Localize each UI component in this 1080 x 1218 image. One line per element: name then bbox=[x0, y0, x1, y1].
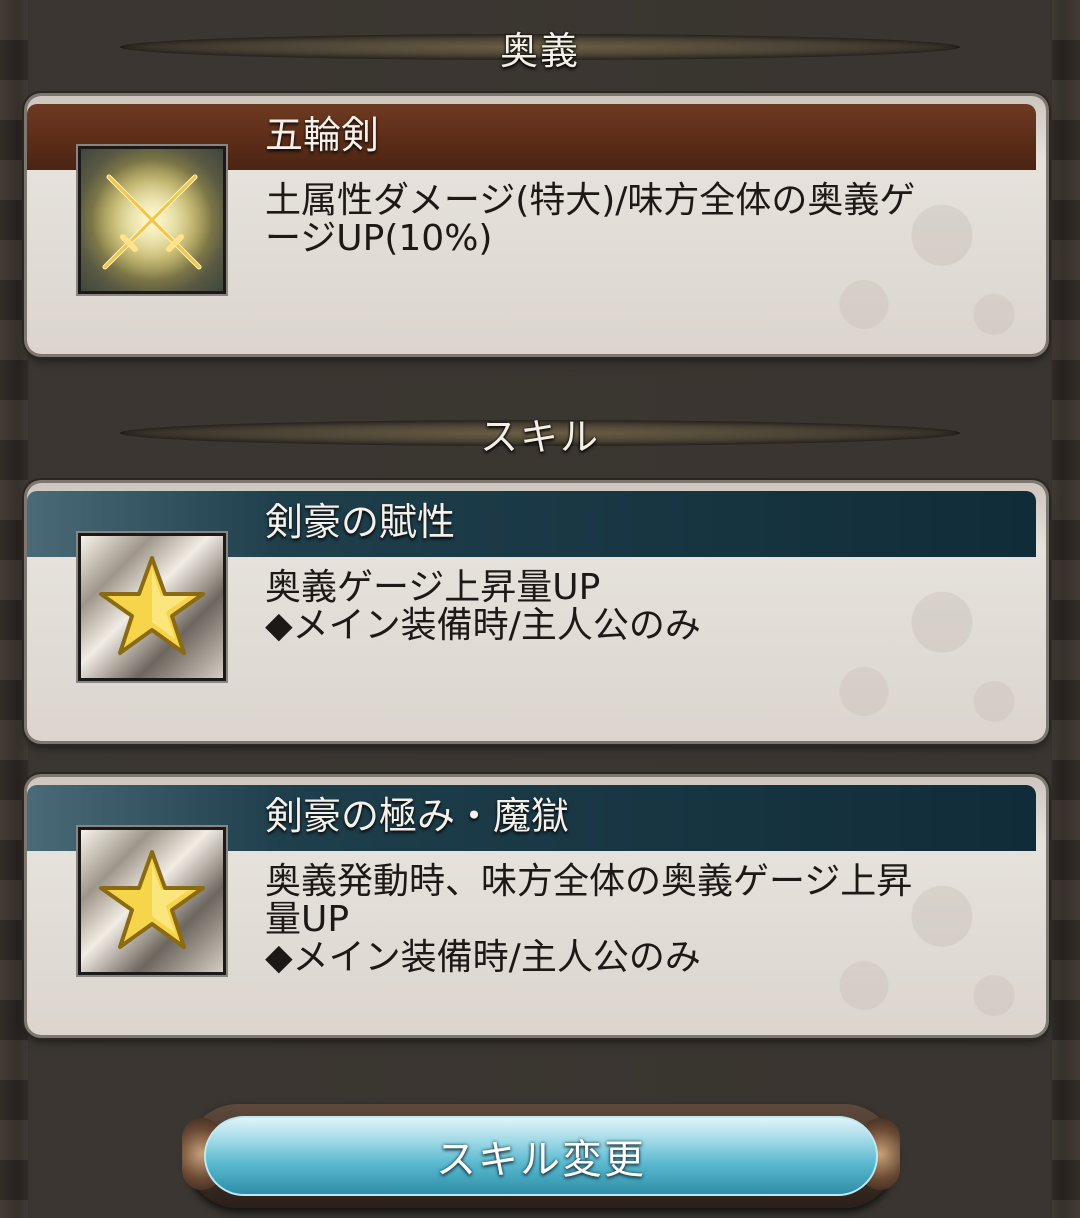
skill-name: 剣豪の賦性 bbox=[265, 500, 456, 544]
ougi-section-title: 奥義 bbox=[499, 28, 580, 73]
ougi-desc-line: ージUP(10%) bbox=[265, 218, 493, 259]
crossed-swords-icon bbox=[78, 146, 226, 294]
left-border bbox=[0, 0, 28, 1218]
skill-change-button-wrap: スキル変更 bbox=[182, 1104, 900, 1208]
weapon-detail-page: 奥義 五輪剣 土属性ダメージ(特大)/味方全体の奥義ゲ ージUP(10%) スキ… bbox=[0, 0, 1080, 1218]
ougi-desc-line: 土属性ダメージ(特大)/味方全体の奥義ゲ bbox=[265, 180, 916, 221]
ougi-name: 五輪剣 bbox=[265, 113, 380, 157]
skill-card-2: 剣豪の極み・魔獄 奥義発動時、味方全体の奥義ゲージ上昇 量UP ◆メイン装備時/… bbox=[27, 777, 1046, 1035]
star-icon bbox=[78, 533, 226, 681]
ougi-description: 土属性ダメージ(特大)/味方全体の奥義ゲ ージUP(10%) bbox=[265, 182, 1025, 258]
ougi-card: 五輪剣 土属性ダメージ(特大)/味方全体の奥義ゲ ージUP(10%) bbox=[27, 96, 1046, 354]
skill-desc-line: 奥義発動時、味方全体の奥義ゲージ上昇 bbox=[265, 861, 913, 902]
skill-desc-line: ◆メイン装備時/主人公のみ bbox=[265, 937, 701, 978]
right-border bbox=[1052, 0, 1080, 1218]
skill-change-label: スキル変更 bbox=[436, 1137, 646, 1183]
skill-description: 奥義発動時、味方全体の奥義ゲージ上昇 量UP ◆メイン装備時/主人公のみ bbox=[265, 863, 1025, 977]
skill-card-1: 剣豪の賦性 奥義ゲージ上昇量UP ◆メイン装備時/主人公のみ bbox=[27, 483, 1046, 741]
skill-desc-line: ◆メイン装備時/主人公のみ bbox=[265, 605, 701, 646]
ougi-section-header: 奥義 bbox=[120, 24, 960, 73]
skill-change-button[interactable]: スキル変更 bbox=[204, 1116, 878, 1196]
skill-section-header: スキル bbox=[120, 410, 960, 459]
skill-section-title: スキル bbox=[479, 414, 600, 459]
skill-description: 奥義ゲージ上昇量UP ◆メイン装備時/主人公のみ bbox=[265, 569, 1025, 645]
skill-desc-line: 量UP bbox=[265, 899, 350, 940]
skill-desc-line: 奥義ゲージ上昇量UP bbox=[265, 567, 601, 608]
star-icon bbox=[78, 827, 226, 975]
skill-name: 剣豪の極み・魔獄 bbox=[265, 794, 570, 838]
